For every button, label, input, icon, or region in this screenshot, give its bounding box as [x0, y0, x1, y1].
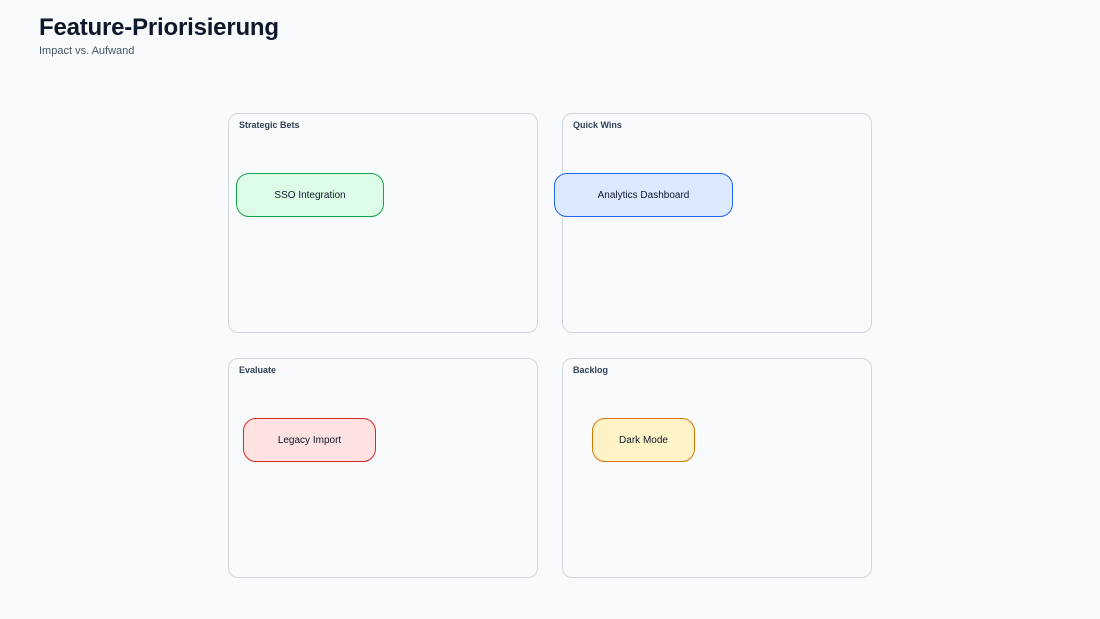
feature-node-sso-integration[interactable]: SSO Integration	[236, 173, 384, 217]
feature-label: Analytics Dashboard	[597, 189, 690, 201]
feature-node-analytics-dashboard[interactable]: Analytics Dashboard	[554, 173, 733, 217]
feature-node-dark-mode[interactable]: Dark Mode	[592, 418, 695, 462]
quadrant-evaluate: Evaluate	[228, 358, 538, 578]
quadrant-strategic-bets: Strategic Bets	[228, 113, 538, 333]
quadrant-label: Evaluate	[239, 365, 277, 375]
quadrant-label: Backlog	[573, 365, 609, 375]
feature-label: Dark Mode	[619, 434, 668, 446]
feature-label: SSO Integration	[274, 189, 346, 201]
feature-label: Legacy Import	[277, 434, 342, 446]
quadrant-backlog: Backlog	[562, 358, 872, 578]
page-title: Feature-Priorisierung	[39, 14, 279, 41]
page-subtitle: Impact vs. Aufwand	[39, 45, 135, 57]
feature-node-legacy-import[interactable]: Legacy Import	[243, 418, 376, 462]
quadrant-label: Strategic Bets	[239, 120, 300, 130]
quadrant-quick-wins: Quick Wins	[562, 113, 872, 333]
quadrant-label: Quick Wins	[573, 120, 622, 130]
